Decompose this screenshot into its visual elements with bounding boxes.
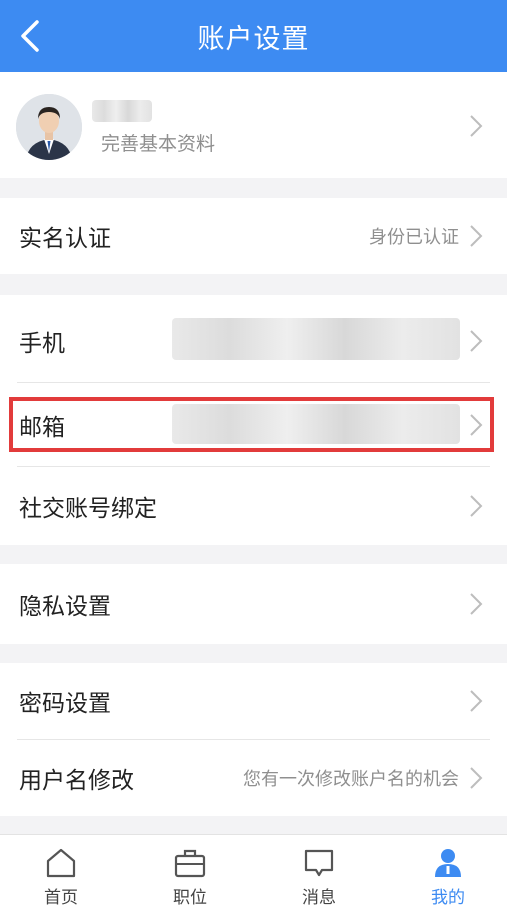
password-label: 密码设置 [19,691,111,717]
realname-row[interactable]: 实名认证 身份已认证 [0,198,507,274]
realname-status: 身份已认证 [369,227,459,248]
chevron-right-icon [470,225,483,247]
back-button[interactable] [10,14,50,58]
chevron-right-icon [470,115,483,137]
app-header: 账户设置 [0,0,507,72]
home-icon [46,848,76,878]
phone-value-blurred [172,318,460,360]
chevron-right-icon [470,767,483,789]
phone-label: 手机 [19,331,65,357]
chevron-left-icon [21,20,39,52]
tab-me-label: 我的 [431,888,465,908]
avatar[interactable] [16,94,82,160]
realname-label: 实名认证 [19,226,111,252]
bottom-tab-bar: 首页 职位 消息 我的 [0,834,507,911]
avatar-icon [16,94,82,160]
social-row[interactable]: 社交账号绑定 [0,467,507,545]
user-icon [435,849,461,877]
social-label: 社交账号绑定 [19,496,157,522]
page-title: 账户设置 [197,23,310,55]
tab-messages-label: 消息 [302,888,336,908]
tab-me[interactable]: 我的 [398,835,498,911]
email-highlight-box [9,397,494,452]
privacy-row[interactable]: 隐私设置 [0,564,507,644]
profile-hint: 完善基本资料 [101,133,216,155]
username-label: 用户名修改 [19,768,134,794]
tab-jobs-label: 职位 [173,888,207,908]
chevron-right-icon [470,690,483,712]
username-hint: 您有一次修改账户名的机会 [243,769,459,790]
divider [17,382,490,383]
tab-jobs[interactable]: 职位 [140,835,240,911]
chevron-right-icon [470,495,483,517]
message-icon [304,849,334,877]
chevron-right-icon [470,593,483,615]
tab-home-label: 首页 [44,888,78,908]
password-row[interactable]: 密码设置 [0,663,507,739]
tab-home[interactable]: 首页 [11,835,111,911]
username-row[interactable]: 用户名修改 您有一次修改账户名的机会 [0,740,507,816]
briefcase-icon [174,849,206,878]
profile-name-blurred [92,100,152,122]
chevron-right-icon [470,330,483,352]
privacy-label: 隐私设置 [19,594,111,620]
tab-messages[interactable]: 消息 [269,835,369,911]
